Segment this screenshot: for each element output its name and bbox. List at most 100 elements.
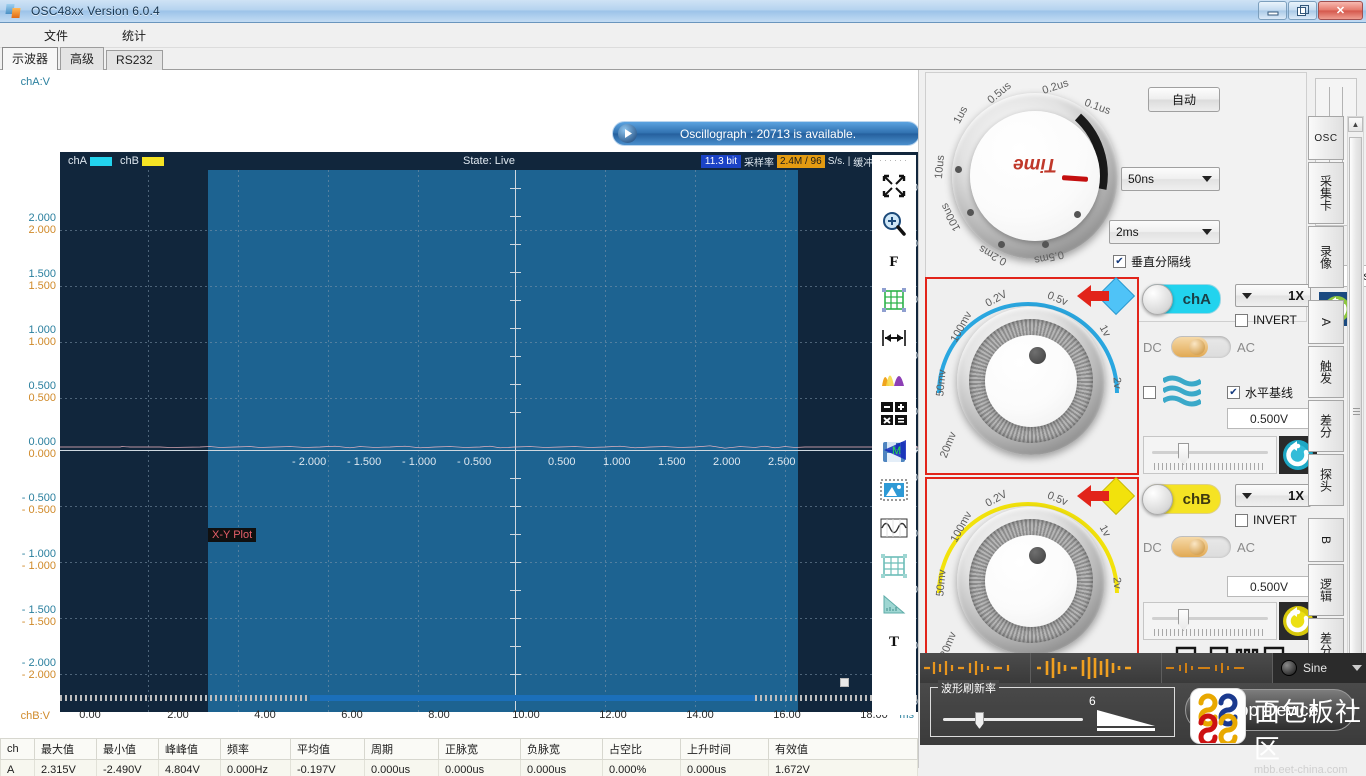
xy-plot-label: X-Y Plot [208,528,256,542]
channel-a-baseline-label: 水平基线 [1245,384,1293,401]
bit-depth-badge: 11.3 bit [701,155,741,168]
timerange-combo[interactable]: 2ms [1109,220,1220,244]
scroll-up-icon[interactable]: ▲ [1348,117,1363,132]
rail-tab-probe-a[interactable]: 探头 [1308,454,1344,506]
axis-tick-b-8: - 2.000 [22,669,56,681]
channel-b-dc-label: DC [1143,540,1162,555]
checkbox-box [1235,314,1248,327]
slider-thumb[interactable] [1178,443,1189,465]
generator-led-icon [1281,660,1297,676]
slider-thumb[interactable] [1178,609,1189,631]
axis-tick-b-0: 2.000 [28,224,56,236]
generator-preset-2[interactable] [1031,653,1162,683]
trigger-t-icon[interactable]: T [875,625,913,659]
channel-b-knob-panel[interactable]: 0.2V 0.5v 1v 2v 100mv 50mv 20mv [925,477,1139,675]
channel-b-coupling-toggle[interactable] [1171,536,1231,558]
col-negwidth: 负脉宽 [521,739,603,760]
rail-tab-record[interactable]: 录像 [1308,226,1344,288]
trigger-marker[interactable]: M [884,440,914,465]
rail-tab-b[interactable]: B [1308,518,1344,562]
channel-a-baseline-checkbox[interactable]: ✔ 水平基线 [1227,384,1293,401]
channel-a-offset-slider[interactable] [1143,436,1277,474]
channel-b-invert-checkbox[interactable]: INVERT [1235,513,1297,527]
zoom-in-icon[interactable] [875,207,913,241]
table-icon[interactable] [875,549,913,583]
generator-waveform-select[interactable]: Sine [1273,653,1366,683]
plot-square-marker[interactable] [840,678,849,687]
generator-preset-1[interactable] [920,653,1031,683]
math-ops-icon[interactable] [875,397,913,431]
inner-y-tick-9: - 2.000 [468,640,918,652]
auto-button[interactable]: 自动 [1148,87,1220,112]
refresh-rate-track[interactable] [943,718,1083,721]
axis-tick-a-0: 2.000 [28,212,56,224]
channel-a-wave-icon[interactable] [1163,375,1201,407]
watermark-logo-icon [1190,688,1246,744]
plot-canvas[interactable]: 2.500 2.000 1.500 1.000 0.500 0.000 - 0.… [60,170,918,712]
col-min: 最小值 [97,739,159,760]
time-scroll-thumb[interactable] [310,695,755,701]
right-panel-scrollbar[interactable]: ▲ [1347,116,1364,728]
channel-b-label: chB [1183,491,1211,508]
channel-a-probe-value: 1X [1288,288,1304,303]
rail-tab-differential-a[interactable]: 差分 [1308,400,1344,452]
channel-b-toggle[interactable]: chB [1143,484,1221,514]
histogram-icon[interactable] [875,359,913,393]
rail-tab-osc[interactable]: OSC [1308,116,1344,160]
restore-button[interactable] [1288,1,1317,20]
cha-knob-label-5: 50mv [934,369,948,397]
rail-tab-capture-card[interactable]: 采集卡 [1308,162,1344,224]
tab-rs232[interactable]: RS232 [106,50,163,70]
channel-a-controls: chA 1X INVERT DC AC [1143,280,1311,475]
col-pkpk: 峰峰值 [159,739,221,760]
inner-y-tick-8: - 1.500 [468,584,918,596]
channel-b-offset-slider[interactable] [1143,602,1277,640]
waveform-trace [60,445,918,449]
menu-item-statistics[interactable]: 统计 [108,24,160,47]
toolbar-grip[interactable]: ······ [879,155,909,165]
checkbox-box: ✔ [1113,255,1126,268]
time-scroll-track[interactable] [60,695,918,701]
tab-oscilloscope[interactable]: 示波器 [2,47,58,70]
time-tick-0: 0.00 [79,709,100,721]
inner-y-tick-4: 0.500 [468,406,918,418]
vertical-divider-checkbox[interactable]: ✔ 垂直分隔线 [1113,253,1191,270]
measure-width-icon[interactable] [875,321,913,355]
inner-x-tick-3: - 0.500 [457,456,491,468]
screenshot-icon[interactable] [875,473,913,507]
table-header-row: ch 最大值 最小值 峰峰值 频率 平均值 周期 正脉宽 负脉宽 占空比 上升时… [1,739,918,760]
close-button[interactable]: ✕ [1318,1,1363,20]
fullscreen-icon[interactable] [875,169,913,203]
grid-icon[interactable] [875,283,913,317]
tab-advanced[interactable]: 高级 [60,47,104,70]
axis-tick-a-7: - 1.500 [22,604,56,616]
generator-preset-3[interactable] [1162,653,1273,683]
waveform-plot[interactable]: chA chB State: Live 11.3 bit 采样率 2.4M / … [60,152,918,712]
status-banner[interactable]: Oscillograph : 20713 is available. [612,121,920,146]
timebase-knob[interactable]: Time 0.5us 0.2us 0.1us 1us 10us 100us 0.… [934,81,1144,276]
waveform-icon[interactable] [875,511,913,545]
rail-tab-a[interactable]: A [1308,300,1344,344]
refresh-rate-thumb[interactable] [975,712,984,729]
axis-title-cha: chA:V [21,76,50,88]
menu-item-file[interactable]: 文件 [30,24,82,47]
fft-f-icon[interactable]: F [875,245,913,279]
sample-interval-combo[interactable]: 50ns [1121,167,1220,191]
channel-a-knob-panel[interactable]: 0.2V 0.5v 1v 2v 100mv 50mv 20mv [925,277,1139,475]
time-tick-3: 6.00 [341,709,362,721]
minimize-button[interactable] [1258,1,1287,20]
scrollbar-thumb[interactable] [1349,137,1362,697]
rail-tab-logic[interactable]: 逻辑 [1308,564,1344,616]
inner-x-tick-6: 1.500 [658,456,686,468]
watermark-subtitle: mbb.eet-china.com [1254,764,1366,776]
inner-x-tick-8: 2.500 [768,456,796,468]
col-rms: 有效值 [769,739,918,760]
channel-a-probe-combo[interactable]: 1X [1235,284,1311,307]
channel-a-wave-checkbox[interactable] [1143,386,1161,404]
channel-b-probe-combo[interactable]: 1X [1235,484,1311,507]
channel-a-toggle[interactable]: chA [1143,284,1221,314]
rail-tab-trigger[interactable]: 触发 [1308,346,1344,398]
channel-a-coupling-toggle[interactable] [1171,336,1231,358]
channel-a-invert-checkbox[interactable]: INVERT [1235,313,1297,327]
ruler-icon[interactable] [875,587,913,621]
